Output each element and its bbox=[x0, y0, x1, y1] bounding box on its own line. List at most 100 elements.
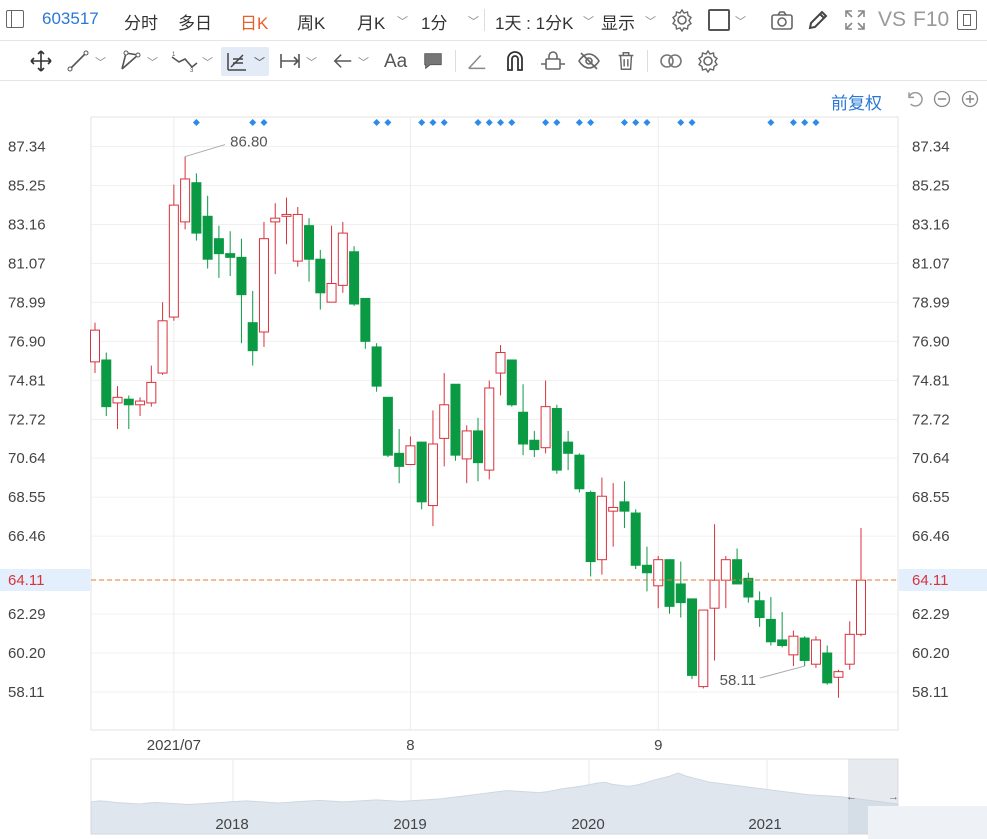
y-tick-label: 72.72 bbox=[8, 411, 46, 428]
y-tick-label-right: 76.90 bbox=[912, 333, 950, 350]
candle-body bbox=[258, 238, 269, 333]
candle-body bbox=[304, 225, 315, 260]
navigator-year-label: 2018 bbox=[215, 816, 248, 833]
navigator-year-label: 2019 bbox=[393, 816, 426, 833]
candle-body bbox=[574, 454, 585, 490]
candle-body bbox=[743, 577, 754, 598]
navigator-year-label: 2021 bbox=[748, 816, 781, 833]
candle-body bbox=[146, 381, 157, 404]
candlestick-chart[interactable]: 87.34 87.34 85.25 85.25 83.16 83.16 81.07 81.07… bbox=[0, 0, 987, 839]
plot-area bbox=[90, 116, 899, 731]
candle-body bbox=[416, 441, 427, 503]
candle-body bbox=[664, 559, 675, 607]
y-tick-label-right: 78.99 bbox=[912, 294, 950, 311]
candle-body bbox=[371, 346, 382, 387]
y-tick-label-right: 83.16 bbox=[912, 217, 950, 234]
candle-body bbox=[833, 671, 844, 678]
candle-body bbox=[687, 598, 698, 676]
candle-body bbox=[698, 609, 709, 688]
candle-body bbox=[427, 443, 438, 507]
y-tick-label: 76.90 bbox=[8, 333, 46, 350]
candle-body bbox=[180, 178, 191, 223]
candle-body bbox=[777, 639, 788, 647]
y-tick-label: 78.99 bbox=[8, 294, 46, 311]
low-annotation-label: 58.11 bbox=[720, 672, 756, 689]
y-tick-label: 74.81 bbox=[8, 372, 46, 389]
candle-body bbox=[247, 322, 258, 352]
y-tick-label-right: 68.55 bbox=[912, 489, 950, 506]
candle-body bbox=[596, 495, 607, 561]
candle-body bbox=[439, 404, 450, 439]
candle-body bbox=[675, 583, 686, 604]
candle-body bbox=[810, 639, 821, 665]
candle-body bbox=[202, 215, 213, 260]
candle-body bbox=[90, 329, 100, 363]
candle-body bbox=[394, 452, 405, 467]
y-tick-label-right: 81.07 bbox=[912, 256, 950, 273]
navigator-right-handle-icon: → bbox=[888, 791, 899, 803]
candle-body bbox=[349, 251, 360, 305]
y-tick-label: 68.55 bbox=[8, 489, 46, 506]
y-tick-label-right: 70.64 bbox=[912, 450, 950, 467]
candle-body bbox=[720, 559, 731, 581]
candle-body bbox=[653, 559, 664, 587]
y-tick-label-right: 64.11 bbox=[912, 572, 948, 589]
candle-body bbox=[585, 491, 596, 563]
candle-body bbox=[360, 297, 371, 342]
y-tick-label: 58.11 bbox=[8, 684, 44, 701]
navigator-left-handle-icon: ← bbox=[846, 791, 857, 803]
candle-body bbox=[754, 600, 765, 619]
y-tick-label-right: 85.25 bbox=[912, 178, 950, 195]
navigator-year-label: 2020 bbox=[571, 816, 604, 833]
candle-body bbox=[337, 232, 348, 286]
candle-body bbox=[326, 282, 337, 303]
navigator-scroll-area bbox=[868, 806, 987, 839]
y-tick-label: 64.11 bbox=[8, 572, 44, 589]
candle-body bbox=[191, 182, 202, 234]
candle-body bbox=[101, 359, 112, 408]
x-tick-label: 2021/07 bbox=[147, 737, 201, 754]
candle-body bbox=[315, 258, 326, 294]
candle-body bbox=[529, 439, 540, 451]
candle-body bbox=[495, 352, 506, 374]
candle-body bbox=[473, 430, 483, 464]
y-tick-label: 70.64 bbox=[8, 450, 46, 467]
y-tick-label-right: 62.29 bbox=[912, 606, 950, 623]
candle-body bbox=[225, 253, 236, 258]
y-tick-label: 83.16 bbox=[8, 217, 46, 234]
x-tick-label: 9 bbox=[654, 737, 662, 754]
x-tick-label: 8 bbox=[406, 737, 414, 754]
candle-body bbox=[856, 579, 866, 635]
candle-body bbox=[551, 408, 562, 471]
candle-body bbox=[788, 635, 799, 656]
candle-body bbox=[506, 359, 517, 406]
candle-body bbox=[157, 320, 168, 374]
candle-body bbox=[619, 501, 630, 512]
high-annotation-label: 86.80 bbox=[230, 134, 268, 151]
candle-body bbox=[540, 406, 551, 449]
candle-body bbox=[641, 564, 652, 574]
candle-body bbox=[135, 400, 146, 406]
candle-body bbox=[382, 396, 393, 456]
candle-body bbox=[281, 213, 292, 217]
candle-body bbox=[450, 383, 461, 456]
candle-body bbox=[270, 217, 281, 223]
candle-body bbox=[292, 213, 303, 262]
candle-body bbox=[168, 204, 179, 318]
candle-body bbox=[765, 618, 776, 643]
candle-body bbox=[630, 512, 641, 566]
candle-body bbox=[123, 398, 134, 406]
candle-body bbox=[844, 633, 855, 665]
y-tick-label-right: 74.81 bbox=[912, 372, 950, 389]
y-tick-label: 85.25 bbox=[8, 178, 46, 195]
candle-body bbox=[709, 579, 720, 609]
candle-body bbox=[563, 441, 574, 454]
candle-body bbox=[822, 652, 833, 684]
candle-body bbox=[484, 387, 495, 471]
y-tick-label: 60.20 bbox=[8, 645, 46, 662]
candle-body bbox=[236, 256, 247, 296]
y-tick-label-right: 72.72 bbox=[912, 411, 950, 428]
y-tick-label: 87.34 bbox=[8, 139, 46, 156]
candle-body bbox=[112, 396, 123, 404]
candle-body bbox=[461, 430, 472, 460]
